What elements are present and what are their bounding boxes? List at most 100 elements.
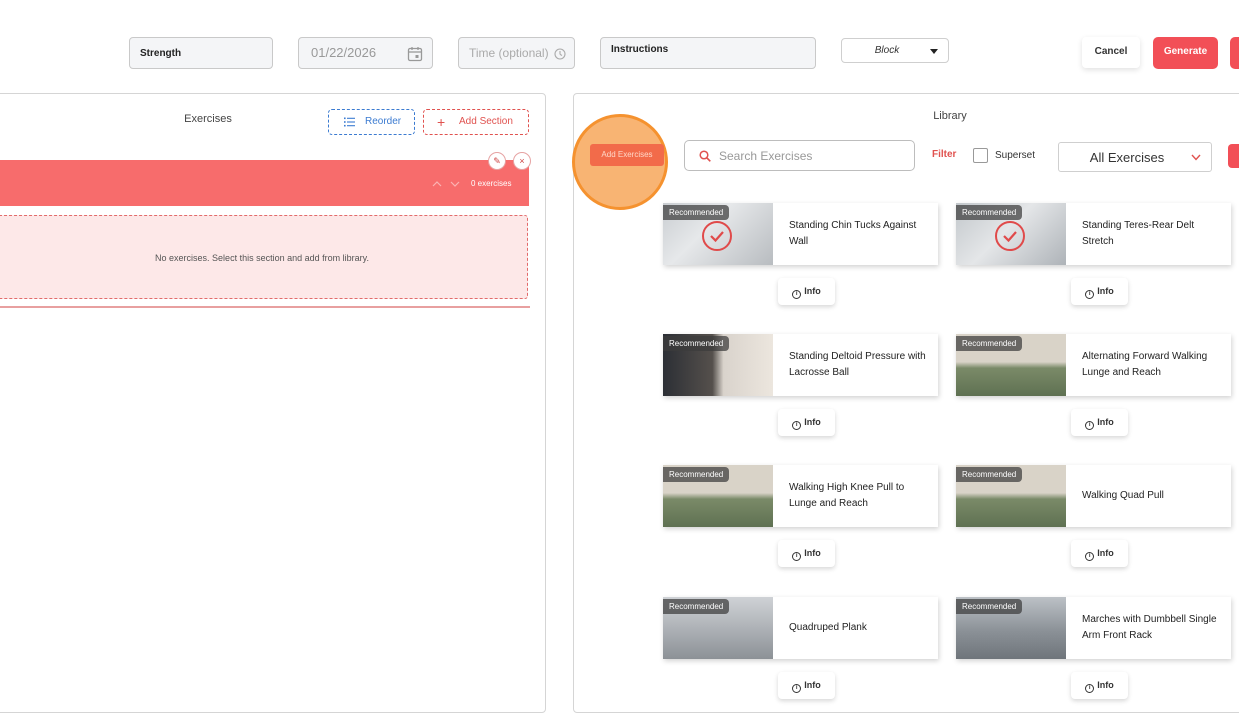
recommended-badge: Recommended	[663, 205, 730, 220]
recommended-badge: Recommended	[663, 467, 730, 482]
exercise-card[interactable]: Recommended Standing Chin Tucks Against W…	[663, 203, 938, 265]
add-exercises-button[interactable]: Add Exercises	[590, 144, 664, 166]
date-field[interactable]: 01/22/2026	[298, 37, 433, 69]
exercise-card[interactable]: Recommended Standing Teres-Rear Delt Stre…	[956, 203, 1231, 265]
section-exercise-count: 0 exercises	[471, 179, 512, 188]
exercise-title: Standing Teres-Rear Delt Stretch	[1082, 220, 1195, 247]
cancel-button[interactable]: Cancel	[1082, 37, 1140, 68]
chevron-up-icon[interactable]	[432, 181, 442, 187]
info-icon: i	[792, 552, 802, 561]
reorder-label: Reorder	[365, 116, 402, 127]
info-label: Info	[1097, 417, 1114, 427]
plus-icon: +	[437, 114, 446, 130]
time-field[interactable]: Time (optional)	[458, 37, 575, 69]
chevron-down-icon	[1191, 154, 1201, 161]
recommended-badge: Recommended	[956, 336, 1023, 351]
info-button[interactable]: i Info	[778, 672, 835, 699]
exercise-card[interactable]: Recommended Marches with Dumbbell Single …	[956, 597, 1231, 659]
exercises-title: Exercises	[184, 113, 232, 125]
exercise-title: Standing Deltoid Pressure with Lacrosse …	[789, 351, 926, 378]
instructions-label: Instructions	[611, 44, 669, 55]
info-button[interactable]: i Info	[1071, 278, 1128, 305]
superset-label: Superset	[995, 150, 1036, 161]
info-label: Info	[804, 680, 821, 690]
add-section-button[interactable]: + Add Section	[423, 109, 529, 135]
exercise-card[interactable]: Recommended Quadruped Plank	[663, 597, 938, 659]
filter-button[interactable]: Filter	[932, 149, 956, 160]
caret-down-icon	[930, 49, 938, 54]
info-button[interactable]: i Info	[1071, 672, 1128, 699]
exercise-title-wrap: Quadruped Plank	[789, 597, 929, 659]
exercise-title-wrap: Standing Chin Tucks Against Wall	[789, 203, 929, 265]
info-button[interactable]: i Info	[1071, 540, 1128, 567]
chevron-down-icon[interactable]	[450, 181, 460, 187]
library-title: Library	[933, 110, 967, 122]
list-icon	[344, 117, 355, 127]
info-button[interactable]: i Info	[778, 540, 835, 567]
search-input[interactable]: Search Exercises	[684, 140, 915, 171]
close-section-icon[interactable]: ×	[513, 152, 531, 170]
clock-icon	[554, 48, 566, 60]
library-action-button[interactable]	[1228, 144, 1239, 168]
selected-check-icon	[995, 221, 1025, 251]
recommended-badge: Recommended	[956, 467, 1023, 482]
exercise-title: Quadruped Plank	[789, 622, 867, 633]
info-label: Info	[804, 548, 821, 558]
info-label: Info	[1097, 680, 1114, 690]
exercise-title-wrap: Standing Deltoid Pressure with Lacrosse …	[789, 334, 929, 396]
recommended-badge: Recommended	[956, 205, 1023, 220]
exercise-title: Marches with Dumbbell Single Arm Front R…	[1082, 614, 1217, 641]
info-button[interactable]: i Info	[778, 278, 835, 305]
category-select[interactable]: All Exercises	[1058, 142, 1212, 172]
exercise-card[interactable]: Recommended Standing Deltoid Pressure wit…	[663, 334, 938, 396]
superset-checkbox[interactable]	[973, 148, 988, 163]
edit-section-icon[interactable]: ✎	[488, 152, 506, 170]
workout-type-value: Strength	[140, 48, 182, 59]
exercise-title: Standing Chin Tucks Against Wall	[789, 220, 917, 247]
info-label: Info	[804, 286, 821, 296]
date-value: 01/22/2026	[311, 45, 377, 60]
recommended-badge: Recommended	[956, 599, 1023, 614]
section-empty-text: No exercises. Select this section and ad…	[155, 253, 369, 263]
info-icon: i	[792, 421, 802, 430]
info-icon: i	[1085, 421, 1095, 430]
info-label: Info	[1097, 286, 1114, 296]
info-icon: i	[1085, 290, 1095, 299]
exercise-title-wrap: Marches with Dumbbell Single Arm Front R…	[1082, 597, 1222, 659]
exercise-card[interactable]: Recommended Alternating Forward Walking L…	[956, 334, 1231, 396]
overflow-button[interactable]	[1230, 37, 1239, 69]
info-button[interactable]: i Info	[1071, 409, 1128, 436]
category-value: All Exercises	[1089, 150, 1165, 165]
recommended-badge: Recommended	[663, 336, 730, 351]
exercise-card[interactable]: Recommended Walking Quad Pull	[956, 465, 1231, 527]
section-divider	[0, 306, 530, 308]
exercise-title-wrap: Alternating Forward Walking Lunge and Re…	[1082, 334, 1222, 396]
exercise-title: Alternating Forward Walking Lunge and Re…	[1082, 351, 1208, 378]
block-value: Block	[874, 45, 900, 56]
search-placeholder: Search Exercises	[719, 149, 813, 163]
search-icon	[699, 150, 711, 162]
info-button[interactable]: i Info	[778, 409, 835, 436]
add-section-label: Add Section	[459, 116, 513, 127]
exercise-title: Walking Quad Pull	[1082, 490, 1164, 501]
info-label: Info	[804, 417, 821, 427]
time-placeholder: Time (optional)	[469, 46, 549, 60]
workout-type-field[interactable]: Strength	[129, 37, 273, 69]
exercise-title-wrap: Walking High Knee Pull to Lunge and Reac…	[789, 465, 929, 527]
section-header[interactable]: 0 exercises	[0, 160, 529, 206]
exercise-title-wrap: Walking Quad Pull	[1082, 465, 1222, 527]
calendar-icon[interactable]	[407, 46, 423, 62]
info-icon: i	[1085, 552, 1095, 561]
selected-check-icon	[702, 221, 732, 251]
instructions-field[interactable]: Instructions	[600, 37, 816, 69]
info-icon: i	[792, 290, 802, 299]
reorder-button[interactable]: Reorder	[328, 109, 415, 135]
exercise-title: Walking High Knee Pull to Lunge and Reac…	[789, 482, 905, 509]
generate-button[interactable]: Generate	[1153, 37, 1218, 69]
info-label: Info	[1097, 548, 1114, 558]
block-select[interactable]: Block	[841, 38, 949, 63]
exercise-title-wrap: Standing Teres-Rear Delt Stretch	[1082, 203, 1222, 265]
recommended-badge: Recommended	[663, 599, 730, 614]
exercise-card[interactable]: Recommended Walking High Knee Pull to Lun…	[663, 465, 938, 527]
section-empty-dropzone[interactable]: No exercises. Select this section and ad…	[0, 215, 528, 299]
